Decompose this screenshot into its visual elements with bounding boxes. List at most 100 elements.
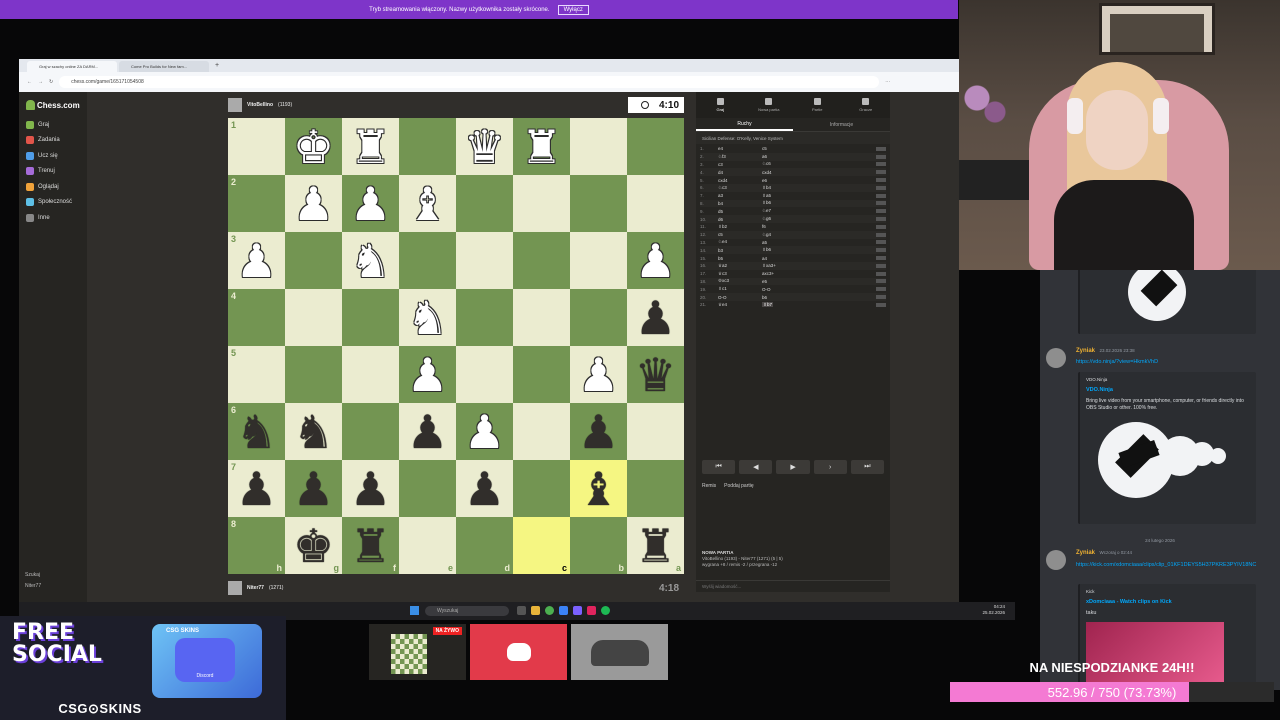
board-square[interactable] (342, 403, 399, 460)
board-square[interactable]: ♟ (285, 460, 342, 517)
black-move[interactable]: ♗b7 (762, 301, 806, 308)
board-square[interactable]: ♟ (342, 175, 399, 232)
white-pawn-icon[interactable]: ♟ (236, 238, 277, 284)
white-move[interactable]: ♕c3 (718, 271, 762, 277)
black-move[interactable]: e5 (762, 279, 806, 284)
black-king-icon[interactable]: ♚ (293, 523, 334, 569)
black-pawn-icon[interactable]: ♟ (293, 466, 334, 512)
black-move[interactable]: cxd4 (762, 170, 806, 175)
browser-tab-builds[interactable]: Come Pro Builds for New fam... (119, 61, 209, 72)
player-name[interactable]: Niter77 (247, 585, 264, 591)
white-move[interactable]: c5 (718, 232, 762, 237)
white-move[interactable]: ♗b2 (718, 224, 762, 230)
black-move[interactable]: ♘g4 (762, 232, 806, 238)
board-square[interactable]: c (513, 517, 570, 574)
white-king-icon[interactable]: ♚ (293, 124, 334, 170)
black-move[interactable]: ♗b4 (762, 185, 806, 191)
steam-icon[interactable] (559, 606, 568, 615)
board-square[interactable]: 3 ♟ (228, 232, 285, 289)
sidebar-item[interactable]: Zadania (19, 133, 87, 149)
board-square[interactable] (513, 403, 570, 460)
chess-logo[interactable]: Chess.com (19, 100, 87, 110)
embed-title[interactable]: xDomciaaa - Watch clips on Kick (1086, 599, 1250, 605)
board-square[interactable] (627, 460, 684, 517)
board-square[interactable]: 7 ♟ (228, 460, 285, 517)
black-knight-icon[interactable]: ♞ (293, 409, 334, 455)
message-author[interactable]: Zyniak (1076, 348, 1095, 354)
previous-move-button[interactable]: ◀ (739, 460, 773, 474)
board-square[interactable]: 5 (228, 346, 285, 403)
board-square[interactable]: ♟ (456, 403, 513, 460)
tab-new-game[interactable]: Nowa partia (745, 92, 794, 118)
sidebar-item[interactable]: Trenuj (19, 164, 87, 180)
black-pawn-icon[interactable]: ♟ (350, 466, 391, 512)
board-square[interactable] (285, 346, 342, 403)
white-pawn-icon[interactable]: ♟ (578, 352, 619, 398)
board-square[interactable] (456, 175, 513, 232)
forward-icon[interactable]: → (38, 79, 43, 85)
taskbar-search[interactable]: Wyszukaj (425, 606, 509, 616)
board-square[interactable]: ♜ (513, 118, 570, 175)
board-square[interactable] (399, 232, 456, 289)
board-square[interactable] (627, 175, 684, 232)
opponent-name[interactable]: VitoBellino (247, 102, 273, 108)
board-square[interactable]: ♞ (399, 289, 456, 346)
board-square[interactable]: ♚ (285, 118, 342, 175)
board-square[interactable]: ♟ (285, 175, 342, 232)
board-square[interactable] (627, 403, 684, 460)
black-move[interactable]: ♘e7 (762, 208, 806, 214)
board-square[interactable]: b (570, 517, 627, 574)
board-square[interactable] (513, 460, 570, 517)
board-square[interactable]: 6 ♞ (228, 403, 285, 460)
obs-icon[interactable] (573, 606, 582, 615)
board-square[interactable]: ♟ (399, 346, 456, 403)
board-square[interactable]: ♝ (399, 175, 456, 232)
black-move[interactable]: a6 (762, 154, 806, 159)
board-square[interactable]: a ♜ (627, 517, 684, 574)
black-move[interactable]: ♘g6 (762, 216, 806, 222)
white-move[interactable]: ♕a2 (718, 263, 762, 269)
first-move-button[interactable]: ⏮ (702, 460, 736, 474)
white-move[interactable]: d4 (718, 170, 762, 175)
back-icon[interactable]: ← (27, 79, 32, 85)
board-square[interactable]: 4 (228, 289, 285, 346)
white-pawn-icon[interactable]: ♟ (407, 352, 448, 398)
white-move[interactable]: b4 (718, 201, 762, 206)
draw-button[interactable]: Remis (702, 483, 716, 489)
white-move[interactable]: e4 (718, 146, 762, 151)
black-pawn-icon[interactable]: ♟ (407, 409, 448, 455)
board-square[interactable]: f ♜ (342, 517, 399, 574)
black-pawn-icon[interactable]: ♟ (635, 295, 676, 341)
url-field[interactable]: chess.com/game/165171054508 (59, 76, 880, 88)
new-tab-icon[interactable]: + (215, 62, 219, 69)
obs-scene-discord[interactable] (470, 624, 567, 680)
board-square[interactable]: ♟ (570, 403, 627, 460)
board-square[interactable] (342, 289, 399, 346)
white-queen-icon[interactable]: ♛ (464, 124, 505, 170)
black-pawn-icon[interactable]: ♟ (236, 466, 277, 512)
board-square[interactable]: ♞ (342, 232, 399, 289)
sidebar-profile[interactable]: Niter77 (25, 583, 41, 589)
black-move[interactable]: ♗b6 (762, 247, 806, 253)
file-explorer-icon[interactable] (531, 606, 540, 615)
sidebar-item[interactable]: Społeczność (19, 195, 87, 211)
resign-button[interactable]: Poddaj partię (724, 483, 753, 489)
black-move[interactable]: axc3+ (762, 271, 806, 276)
chrome-icon[interactable] (545, 606, 554, 615)
black-move[interactable]: ♗xa3+ (762, 263, 806, 269)
tab-players[interactable]: Gracze (842, 92, 891, 118)
board-square[interactable]: ♝ (570, 460, 627, 517)
board-square[interactable] (513, 232, 570, 289)
black-move[interactable]: a5 (762, 240, 806, 245)
windows-start-icon[interactable] (410, 606, 419, 615)
play-button[interactable]: ▶ (776, 460, 810, 474)
obs-scene-chess[interactable]: NA ŻYWO (369, 624, 466, 680)
board-square[interactable]: ♟ (342, 460, 399, 517)
board-square[interactable] (513, 346, 570, 403)
app-icon[interactable] (587, 606, 596, 615)
board-square[interactable]: 2 (228, 175, 285, 232)
black-knight-icon[interactable]: ♞ (236, 409, 277, 455)
white-move[interactable]: ♘e4 (718, 239, 762, 245)
black-move[interactable]: b6 (762, 295, 806, 300)
white-move[interactable]: ♘f3 (718, 154, 762, 160)
